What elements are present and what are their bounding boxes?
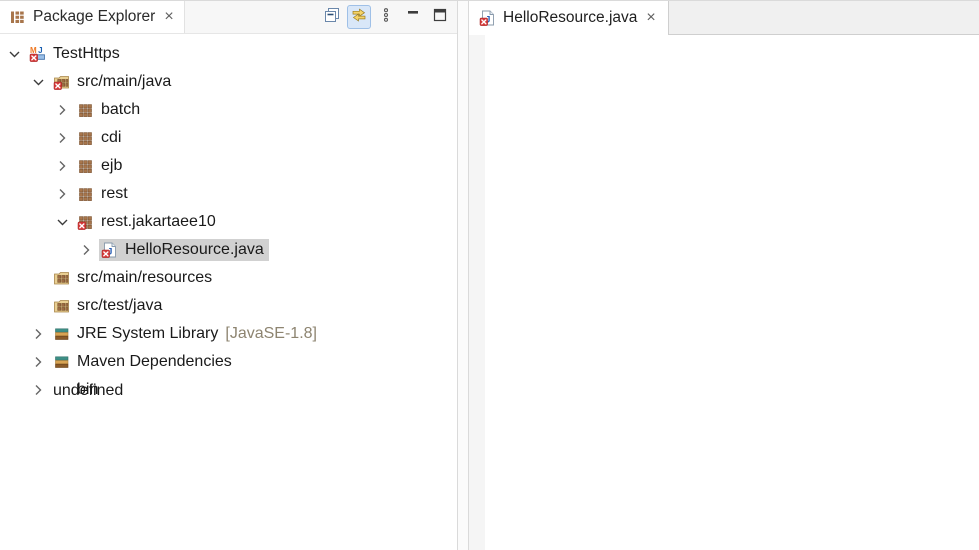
chevron-expanded-icon[interactable] — [30, 74, 46, 90]
package-icon — [77, 130, 94, 146]
package-explorer-view: Package Explorer × M J TestHttps src/mai… — [0, 1, 457, 550]
chevron-collapsed-icon[interactable] — [78, 242, 94, 258]
chevron-collapsed-icon[interactable] — [54, 102, 70, 118]
tree-item-label: rest.jakartaee10 — [101, 213, 216, 231]
project-tree: M J TestHttps src/main/java batch cdi ej… — [0, 34, 457, 550]
editor-tab-helloresource[interactable]: J HelloResource.java × — [469, 1, 669, 35]
package-explorer-icon — [9, 9, 26, 25]
maximize-icon — [432, 7, 448, 28]
tree-item-label: TestHttps — [53, 45, 120, 63]
tree-item-label: Maven Dependencies — [77, 353, 232, 371]
tree-item-rest-jakartaee10[interactable]: rest.jakartaee10 — [0, 208, 457, 236]
link-with-editor-icon — [351, 7, 367, 28]
minimize-icon — [405, 7, 421, 28]
chevron-collapsed-icon[interactable] — [54, 130, 70, 146]
java-file-error-icon: J — [479, 10, 496, 26]
chevron-spacer — [30, 298, 46, 314]
tree-item-label: src/main/java — [77, 73, 171, 91]
maximize-button[interactable] — [428, 5, 452, 29]
tree-item-label: batch — [101, 101, 140, 119]
svg-text:J: J — [38, 46, 42, 55]
tree-item-src-test-java[interactable]: src/test/java — [0, 292, 457, 320]
tree-item-rest[interactable]: rest — [0, 180, 457, 208]
code-editor[interactable] — [469, 35, 979, 550]
folder-icon: undefined — [53, 382, 70, 398]
resources-folder-icon — [53, 270, 70, 286]
tree-item-label: rest — [101, 185, 128, 203]
package-icon — [77, 102, 94, 118]
tree-item-helloresource-java[interactable]: J HelloResource.java — [0, 236, 457, 264]
view-menu-button[interactable] — [374, 5, 398, 29]
tree-item-testhttps[interactable]: M J TestHttps — [0, 40, 457, 68]
tree-item-bin[interactable]: undefinedbin — [0, 376, 457, 404]
tree-item-decorator: [JavaSE-1.8] — [225, 325, 317, 343]
maven-project-icon: M J — [29, 46, 46, 62]
editor-tab-bar: J HelloResource.java × — [469, 1, 979, 35]
chevron-collapsed-icon[interactable] — [30, 382, 46, 398]
minimize-button[interactable] — [401, 5, 425, 29]
package-icon — [77, 158, 94, 174]
package-icon — [77, 186, 94, 202]
tree-item-src-main-resources[interactable]: src/main/resources — [0, 264, 457, 292]
package-explorer-tab-label: Package Explorer — [33, 8, 155, 26]
java-file-icon: J — [101, 242, 118, 258]
collapse-all-button[interactable] — [320, 5, 344, 29]
tree-item-cdi[interactable]: cdi — [0, 124, 457, 152]
source-folder-icon — [53, 74, 70, 90]
chevron-spacer — [30, 270, 46, 286]
link-with-editor-button[interactable] — [347, 5, 371, 29]
tree-item-label: HelloResource.java — [125, 241, 264, 259]
chevron-collapsed-icon[interactable] — [30, 354, 46, 370]
tree-item-maven-dependencies[interactable]: Maven Dependencies — [0, 348, 457, 376]
chevron-expanded-icon[interactable] — [54, 214, 70, 230]
close-icon[interactable]: × — [162, 9, 175, 25]
editor-area: J HelloResource.java × — [469, 1, 979, 550]
tree-item-label: cdi — [101, 129, 121, 147]
panel-resize-sash[interactable] — [457, 1, 469, 550]
editor-tab-label: HelloResource.java — [503, 9, 637, 27]
tree-item-label: ejb — [101, 157, 122, 175]
package-explorer-header: Package Explorer × — [0, 1, 457, 34]
tree-item-ejb[interactable]: ejb — [0, 152, 457, 180]
library-icon — [53, 354, 70, 370]
close-icon[interactable]: × — [644, 10, 657, 26]
resources-folder-icon — [53, 298, 70, 314]
tree-item-label: src/main/resources — [77, 269, 212, 287]
view-menu-icon — [378, 7, 394, 28]
tree-item-batch[interactable]: batch — [0, 96, 457, 124]
package-icon — [77, 214, 94, 230]
tree-item-label: src/test/java — [77, 297, 162, 315]
view-toolbar — [320, 1, 457, 33]
collapse-all-icon — [324, 7, 340, 28]
chevron-collapsed-icon[interactable] — [30, 326, 46, 342]
chevron-collapsed-icon[interactable] — [54, 158, 70, 174]
chevron-collapsed-icon[interactable] — [54, 186, 70, 202]
tree-item-src-main-java[interactable]: src/main/java — [0, 68, 457, 96]
library-icon — [53, 326, 70, 342]
chevron-expanded-icon[interactable] — [6, 46, 22, 62]
eclipse-window: Package Explorer × M J TestHttps src/mai… — [0, 0, 979, 550]
tree-item-label: JRE System Library — [77, 325, 218, 343]
package-explorer-tab[interactable]: Package Explorer × — [0, 1, 185, 33]
tree-item-jre-system-library[interactable]: JRE System Library [JavaSE-1.8] — [0, 320, 457, 348]
